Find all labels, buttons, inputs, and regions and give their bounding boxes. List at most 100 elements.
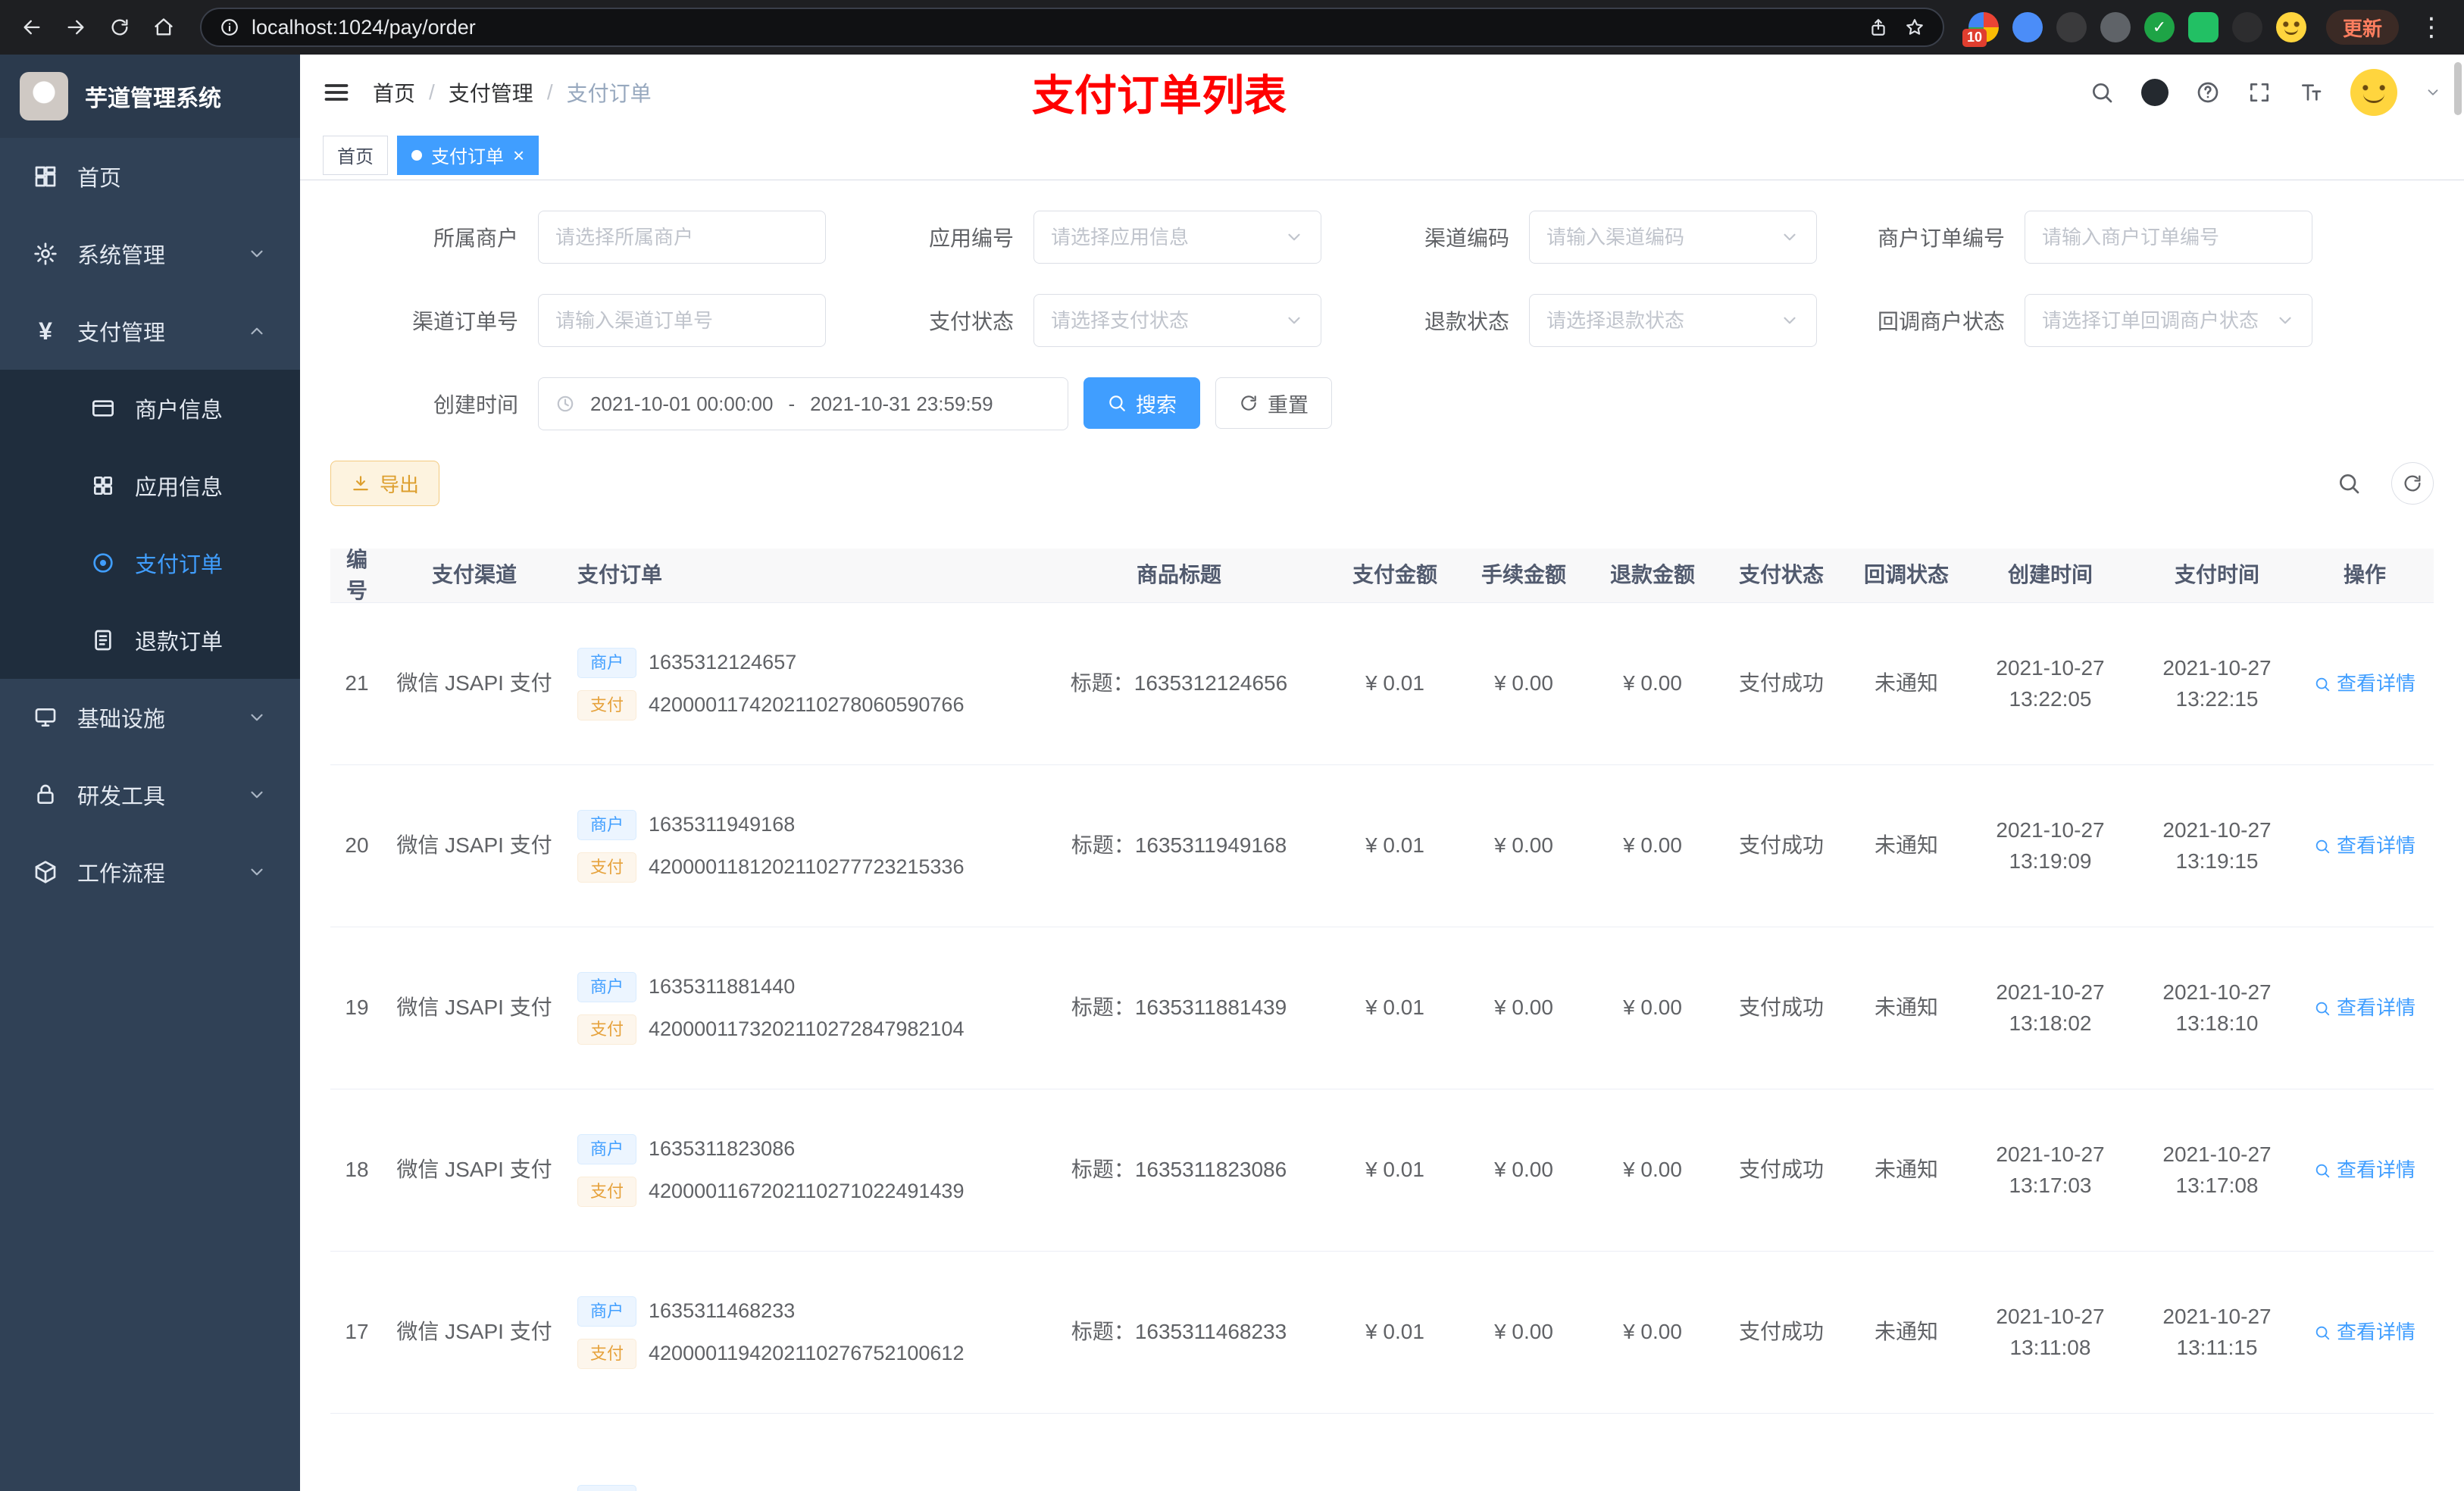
sidebar-item-workflow[interactable]: 工作流程	[0, 833, 300, 911]
app-id-select[interactable]	[1033, 211, 1321, 264]
cell-pay-status: 支付成功	[1738, 996, 1824, 1020]
cell-id: 17	[345, 1320, 369, 1344]
url-text: localhost:1024/pay/order	[252, 15, 476, 39]
ext-green-chat-icon[interactable]	[2187, 12, 2219, 42]
font-size-icon[interactable]	[2299, 80, 2323, 105]
reset-button[interactable]: 重置	[1215, 377, 1332, 429]
sidebar-logo[interactable]: 芋道管理系统	[0, 55, 300, 138]
cell-title: 标题：1635311468233	[1071, 1320, 1287, 1344]
ext-gray-icon[interactable]	[2100, 12, 2131, 42]
browser-menu-icon[interactable]: ⋮	[2412, 12, 2450, 42]
view-detail-link[interactable]: 查看详情	[2314, 1318, 2416, 1347]
gear-icon	[33, 242, 58, 266]
ext-green-check-icon[interactable]: ✓	[2143, 12, 2175, 42]
view-detail-link[interactable]: 查看详情	[2314, 1156, 2416, 1185]
view-detail-link[interactable]: 查看详情	[2314, 670, 2416, 699]
filter-channel-code: 渠道编码	[1321, 211, 1817, 264]
user-avatar[interactable]	[2350, 69, 2397, 116]
sidebar-item-refund-order[interactable]: 退款订单	[0, 602, 300, 679]
active-dot	[411, 149, 422, 161]
target-icon	[91, 551, 115, 575]
merchant-tag: 商户	[577, 647, 637, 678]
tab-home[interactable]: 首页	[323, 135, 388, 175]
refund-status-select[interactable]	[1529, 294, 1817, 347]
cell-order: 商户 163531115796	[565, 1479, 1027, 1491]
cell-title: 标题：1635311949168	[1071, 833, 1287, 858]
cell-title: 标题：1635311823086	[1071, 1158, 1287, 1182]
sidebar-item-dev-tools[interactable]: 研发工具	[0, 756, 300, 833]
cell-refund: ¥ 0.00	[1623, 1158, 1682, 1182]
date-range-picker[interactable]: 2021-10-01 00:00:00 - 2021-10-31 23:59:5…	[538, 377, 1068, 430]
browser-home-button[interactable]	[145, 9, 182, 45]
scrollbar-thumb[interactable]	[2454, 62, 2462, 115]
ext-drop-icon[interactable]	[2012, 12, 2043, 42]
cell-action: 查看详情	[2300, 832, 2429, 861]
pay-status-select[interactable]	[1033, 294, 1321, 347]
export-button[interactable]: 导出	[330, 461, 440, 506]
sidebar-item-merchant-info[interactable]: 商户信息	[0, 370, 300, 447]
channel-order-no-input[interactable]	[538, 294, 826, 347]
pay-order-table: 编号 支付渠道 支付订单 商品标题 支付金额 手续金额 退款金额 支付状态 回调…	[330, 548, 2434, 1491]
notify-status-select[interactable]	[2025, 294, 2312, 347]
close-icon[interactable]: ×	[513, 145, 524, 165]
filter-pay-status: 支付状态	[826, 294, 1321, 347]
address-bar[interactable]: localhost:1024/pay/order	[200, 8, 1944, 47]
cell-notify-status: 未通知	[1874, 996, 1938, 1020]
browser-update-button[interactable]: 更新	[2325, 10, 2399, 45]
breadcrumb-home[interactable]: 首页	[373, 77, 415, 108]
cell-fee: ¥ 0.00	[1494, 1158, 1553, 1182]
pay-tag: 支付	[577, 852, 637, 883]
tab-pay-order[interactable]: 支付订单 ×	[397, 135, 539, 175]
view-detail-link[interactable]: 查看详情	[2314, 832, 2416, 861]
document-icon	[91, 628, 115, 652]
cell-action: 查看详情	[2300, 994, 2429, 1023]
ext-smiley-icon[interactable]	[2275, 12, 2306, 42]
merchant-order-no-input[interactable]	[2025, 211, 2312, 264]
browser-back-button[interactable]	[14, 9, 50, 45]
cell-id: 18	[345, 1158, 369, 1182]
view-detail-link[interactable]: 查看详情	[2314, 994, 2416, 1023]
toggle-search-icon[interactable]	[2337, 471, 2361, 495]
cell-amount: ¥ 0.01	[1365, 833, 1424, 858]
ext-knot-icon[interactable]	[2231, 12, 2262, 42]
share-icon[interactable]	[1868, 17, 1888, 37]
app-shell: 芋道管理系统 首页 系统管理 ¥ 支付管理 商户信息 应用信息 支付订单 退款订…	[0, 55, 2464, 1491]
search-icon[interactable]	[2090, 80, 2114, 105]
ext-puzzle-icon[interactable]: 10	[1962, 12, 1999, 47]
chevron-down-icon	[2275, 311, 2295, 330]
hamburger-icon[interactable]	[323, 79, 350, 106]
browser-forward-button[interactable]	[58, 9, 94, 45]
sidebar-item-pay[interactable]: ¥ 支付管理	[0, 292, 300, 370]
sidebar-item-pay-order[interactable]: 支付订单	[0, 524, 300, 602]
github-icon[interactable]	[2141, 79, 2169, 106]
date-separator: -	[788, 392, 796, 415]
top-navbar: 首页 / 支付管理 / 支付订单 支付订单列表	[300, 55, 2464, 130]
site-info-icon[interactable]	[220, 17, 239, 37]
search-button[interactable]: 搜索	[1083, 377, 1200, 429]
cell-pay-time: 2021-10-27 13:17:08	[2162, 1142, 2272, 1197]
cell-create-time: 2021-10-27 13:22:05	[1996, 655, 2105, 711]
sidebar-item-app-info[interactable]: 应用信息	[0, 447, 300, 524]
bookmark-star-icon[interactable]	[1905, 17, 1925, 37]
cell-id: 21	[345, 671, 369, 695]
fullscreen-icon[interactable]	[2247, 80, 2272, 105]
sidebar-item-system[interactable]: 系统管理	[0, 215, 300, 292]
app-title: 芋道管理系统	[85, 86, 221, 111]
merchant-tag: 商户	[577, 1133, 637, 1164]
table-row: 18 微信 JSAPI 支付 商户 1635311823086 支付 4200001…	[330, 1089, 2434, 1252]
channel-code-select[interactable]	[1529, 211, 1817, 264]
ext-dark-icon[interactable]	[2056, 12, 2087, 42]
cell-create-time: 2021-10-27 13:17:03	[1996, 1142, 2105, 1197]
merchant-input[interactable]	[538, 211, 826, 264]
sidebar-item-home[interactable]: 首页	[0, 138, 300, 215]
chevron-down-icon	[247, 244, 267, 264]
help-icon[interactable]	[2196, 80, 2220, 105]
table-row: 17 微信 JSAPI 支付 商户 1635311468233 支付 4200001…	[330, 1252, 2434, 1414]
sidebar-item-infra[interactable]: 基础设施	[0, 679, 300, 756]
caret-down-icon[interactable]	[2425, 84, 2441, 101]
lock-icon	[33, 783, 58, 807]
breadcrumb-pay-mgmt[interactable]: 支付管理	[449, 77, 533, 108]
search-icon	[2314, 1162, 2331, 1179]
browser-reload-button[interactable]	[102, 9, 138, 45]
refresh-table-button[interactable]	[2391, 462, 2434, 505]
